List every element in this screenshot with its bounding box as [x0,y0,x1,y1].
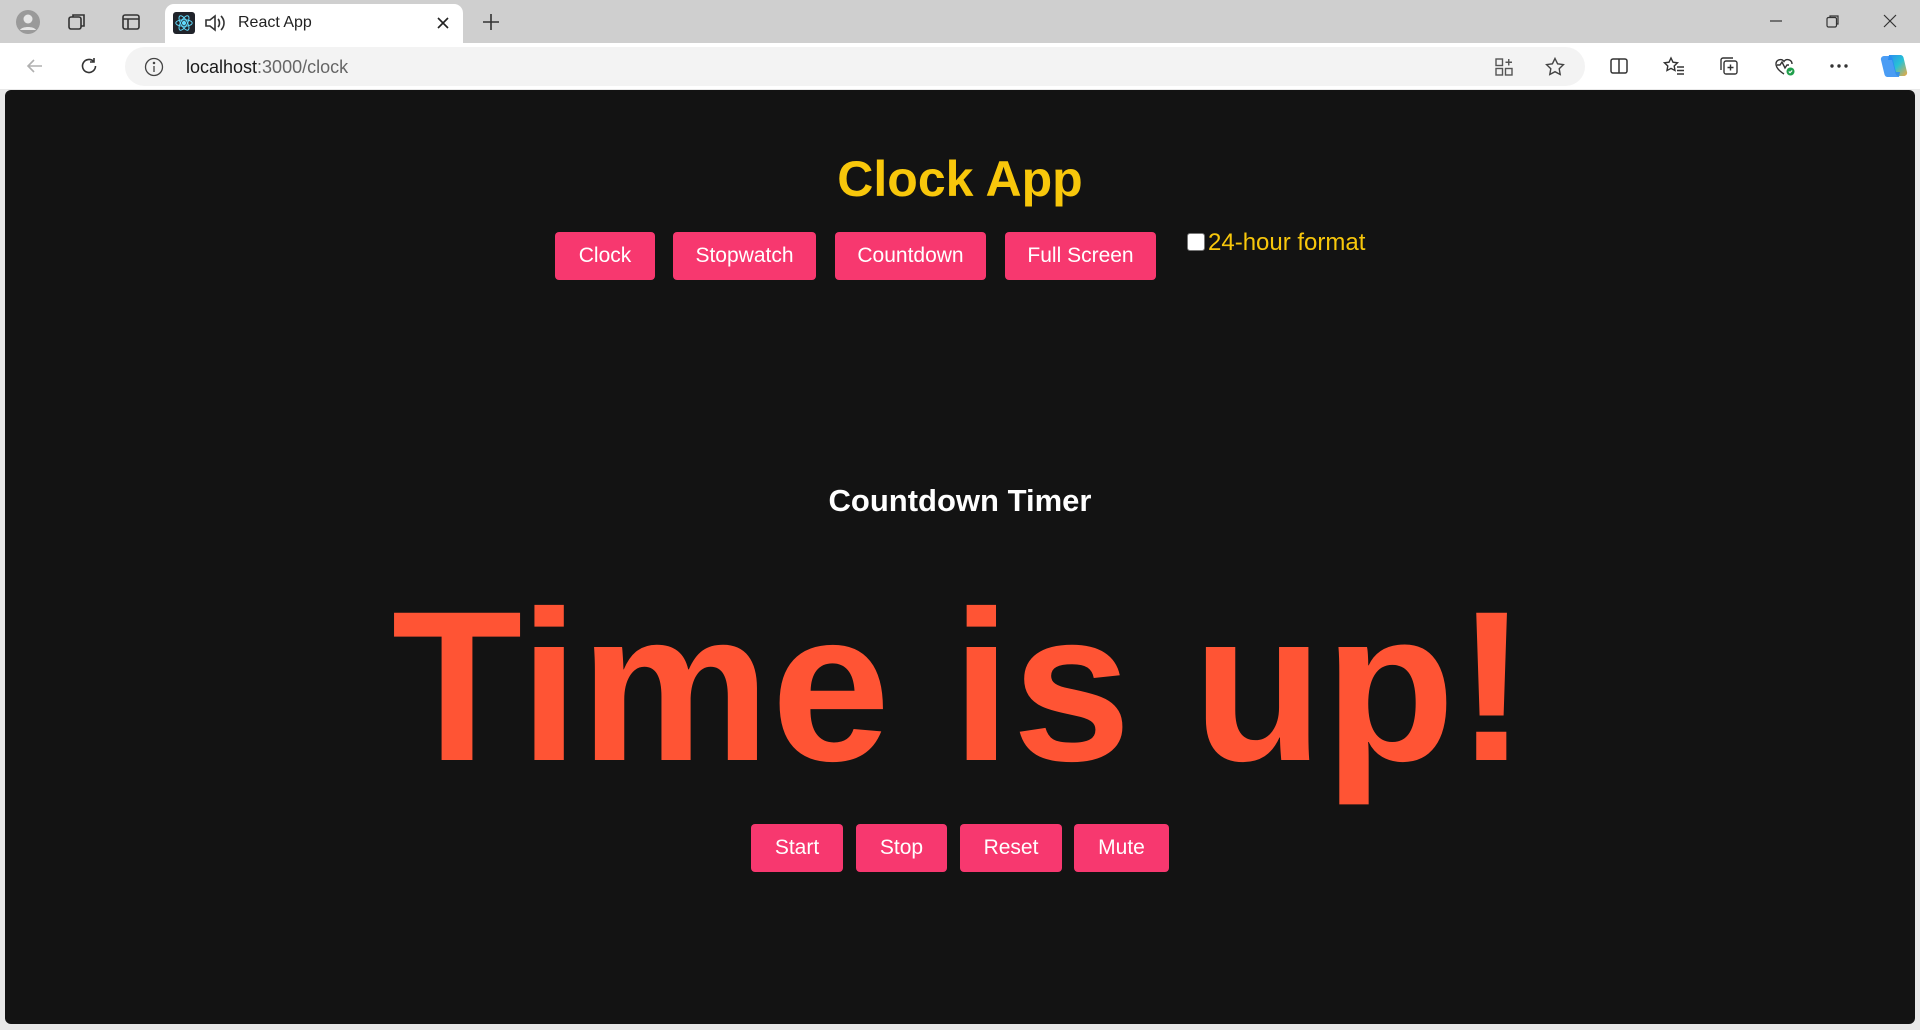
mute-button[interactable]: Mute [1074,824,1169,872]
url-host: localhost [186,57,258,77]
countdown-mode-button[interactable]: Countdown [835,232,986,280]
split-screen-icon[interactable] [1603,51,1635,81]
react-favicon [173,12,195,34]
mode-buttons: Clock Stopwatch Countdown Full Screen [5,232,1915,280]
tab-actions-icon[interactable] [117,8,145,36]
timer-controls: Start Stop Reset Mute [5,824,1915,872]
start-button[interactable]: Start [751,824,843,872]
back-icon[interactable] [19,51,51,81]
time-up-message: Time is up! [391,567,1529,806]
stopwatch-mode-button[interactable]: Stopwatch [673,232,816,280]
url-path: :3000/clock [257,57,349,77]
audio-playing-icon[interactable] [203,12,227,34]
new-tab-icon[interactable] [477,8,505,36]
favorites-icon[interactable] [1658,51,1690,81]
address-bar-row: localhost:3000/clock [0,43,1920,89]
collections-icon[interactable] [1713,51,1745,81]
favorite-star-icon[interactable] [1542,55,1568,79]
minimize-icon[interactable] [1754,6,1798,36]
24-hour-format-label[interactable]: 24-hour format [1208,229,1365,257]
24-hour-format-checkbox[interactable] [1187,233,1205,251]
window-close-icon[interactable] [1868,6,1912,36]
close-icon[interactable] [431,11,455,35]
stop-button[interactable]: Stop [856,824,947,872]
section-title: Countdown Timer [828,483,1092,518]
address-bar[interactable]: localhost:3000/clock [125,47,1585,86]
workspaces-icon[interactable] [63,8,91,36]
active-tab[interactable]: React App [165,4,463,43]
reset-button[interactable]: Reset [960,824,1062,872]
refresh-icon[interactable] [73,51,105,81]
browser-essentials-icon[interactable] [1768,51,1800,81]
url-text: localhost:3000/clock [186,57,348,78]
app-title: Clock App [837,151,1083,207]
restore-icon[interactable] [1811,6,1855,36]
tab-strip: React App [0,0,1920,43]
profile-icon[interactable] [14,8,42,36]
app-available-icon[interactable] [1491,55,1517,79]
site-info-icon[interactable] [143,56,165,78]
copilot-icon[interactable] [1878,51,1910,81]
more-icon[interactable] [1823,51,1855,81]
tab-title: React App [238,14,312,31]
page-viewport: Clock App Clock Stopwatch Countdown Full… [5,90,1915,1024]
clock-mode-button[interactable]: Clock [555,232,655,280]
full-screen-button[interactable]: Full Screen [1005,232,1156,280]
